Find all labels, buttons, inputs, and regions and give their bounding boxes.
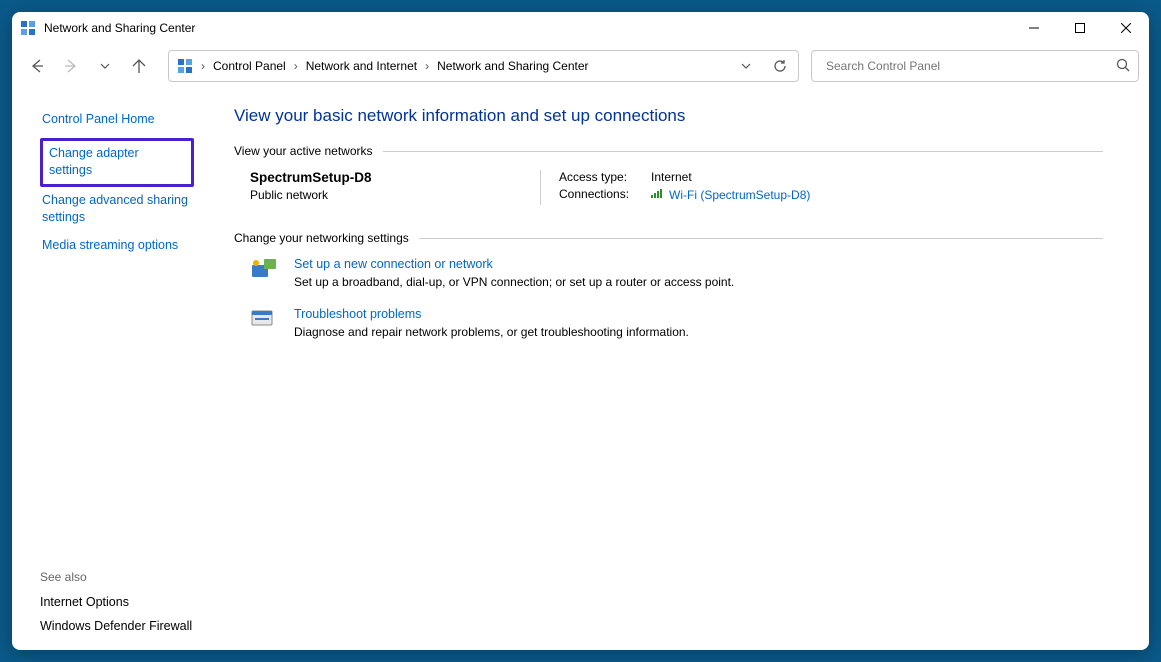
divider — [419, 238, 1103, 239]
highlight-annotation: Change adapter settings — [40, 138, 194, 187]
title-bar: Network and Sharing Center — [12, 12, 1149, 44]
task-link[interactable]: Troubleshoot problems — [294, 307, 421, 321]
divider — [383, 151, 1103, 152]
breadcrumb-item[interactable]: Network and Sharing Center — [437, 59, 588, 73]
breadcrumb-item[interactable]: Network and Internet — [306, 59, 417, 73]
sidebar-item-home[interactable]: Control Panel Home — [40, 106, 157, 134]
close-button[interactable] — [1103, 12, 1149, 44]
network-center-icon — [20, 20, 36, 36]
see-also-defender-firewall[interactable]: Windows Defender Firewall — [40, 614, 218, 638]
access-type-value: Internet — [651, 170, 692, 184]
chevron-down-icon — [100, 61, 110, 71]
content-body: Control Panel Home Change adapter settin… — [12, 92, 1149, 650]
window-title: Network and Sharing Center — [44, 21, 1011, 35]
connections-label: Connections: — [559, 187, 651, 202]
back-button[interactable] — [25, 54, 49, 78]
search-box[interactable] — [811, 50, 1139, 82]
section-change-settings: Change your networking settings — [234, 231, 1103, 245]
recent-dropdown[interactable] — [93, 54, 117, 78]
troubleshoot-icon — [250, 307, 276, 331]
access-type-label: Access type: — [559, 170, 651, 184]
chevron-right-icon[interactable]: › — [423, 59, 431, 73]
network-details: Access type: Internet Connections: Wi-Fi… — [540, 170, 810, 205]
chevron-right-icon[interactable]: › — [199, 59, 207, 73]
forward-button[interactable] — [59, 54, 83, 78]
see-also-label: See also — [40, 570, 218, 590]
page-title: View your basic network information and … — [234, 106, 1103, 126]
main-panel: View your basic network information and … — [218, 92, 1133, 638]
window: Network and Sharing Center — [12, 12, 1149, 650]
up-button[interactable] — [127, 54, 151, 78]
wifi-connection-name: Wi-Fi (SpectrumSetup-D8) — [669, 188, 810, 202]
network-type: Public network — [250, 188, 540, 202]
arrow-up-icon — [131, 58, 147, 74]
network-center-icon — [177, 58, 193, 74]
sidebar: Control Panel Home Change adapter settin… — [28, 92, 218, 638]
section-label: View your active networks — [234, 144, 373, 158]
active-network-row: SpectrumSetup-D8 Public network Access t… — [234, 170, 1103, 231]
sidebar-item-media-streaming[interactable]: Media streaming options — [40, 232, 180, 260]
refresh-icon — [773, 59, 787, 73]
search-input[interactable] — [824, 58, 1116, 74]
close-icon — [1121, 23, 1131, 33]
sidebar-item-advanced-sharing[interactable]: Change advanced sharing settings — [40, 187, 218, 232]
network-identity: SpectrumSetup-D8 Public network — [250, 170, 540, 205]
window-controls — [1011, 12, 1149, 44]
maximize-icon — [1075, 23, 1085, 33]
task-desc: Diagnose and repair network problems, or… — [294, 325, 689, 339]
section-active-networks: View your active networks — [234, 144, 1103, 158]
sidebar-item-adapter-settings[interactable]: Change adapter settings — [49, 146, 139, 178]
task-troubleshoot: Troubleshoot problems Diagnose and repai… — [234, 307, 1103, 357]
address-bar[interactable]: › Control Panel › Network and Internet ›… — [168, 50, 799, 82]
network-name: SpectrumSetup-D8 — [250, 170, 540, 185]
minimize-icon — [1029, 23, 1039, 33]
arrow-left-icon — [29, 58, 45, 74]
chevron-right-icon[interactable]: › — [292, 59, 300, 73]
address-dropdown[interactable] — [732, 52, 760, 80]
task-desc: Set up a broadband, dial-up, or VPN conn… — [294, 275, 734, 289]
section-label: Change your networking settings — [234, 231, 409, 245]
refresh-button[interactable] — [766, 52, 794, 80]
minimize-button[interactable] — [1011, 12, 1057, 44]
maximize-button[interactable] — [1057, 12, 1103, 44]
chevron-down-icon — [741, 61, 751, 71]
setup-connection-icon — [250, 257, 276, 281]
wifi-signal-icon — [651, 187, 665, 202]
task-setup-connection: Set up a new connection or network Set u… — [234, 257, 1103, 307]
breadcrumb-item[interactable]: Control Panel — [213, 59, 286, 73]
task-link[interactable]: Set up a new connection or network — [294, 257, 493, 271]
arrow-right-icon — [63, 58, 79, 74]
search-icon[interactable] — [1116, 58, 1130, 75]
see-also-internet-options[interactable]: Internet Options — [40, 590, 218, 614]
nav-row: › Control Panel › Network and Internet ›… — [12, 44, 1149, 92]
wifi-connection-link[interactable]: Wi-Fi (SpectrumSetup-D8) — [651, 187, 810, 202]
